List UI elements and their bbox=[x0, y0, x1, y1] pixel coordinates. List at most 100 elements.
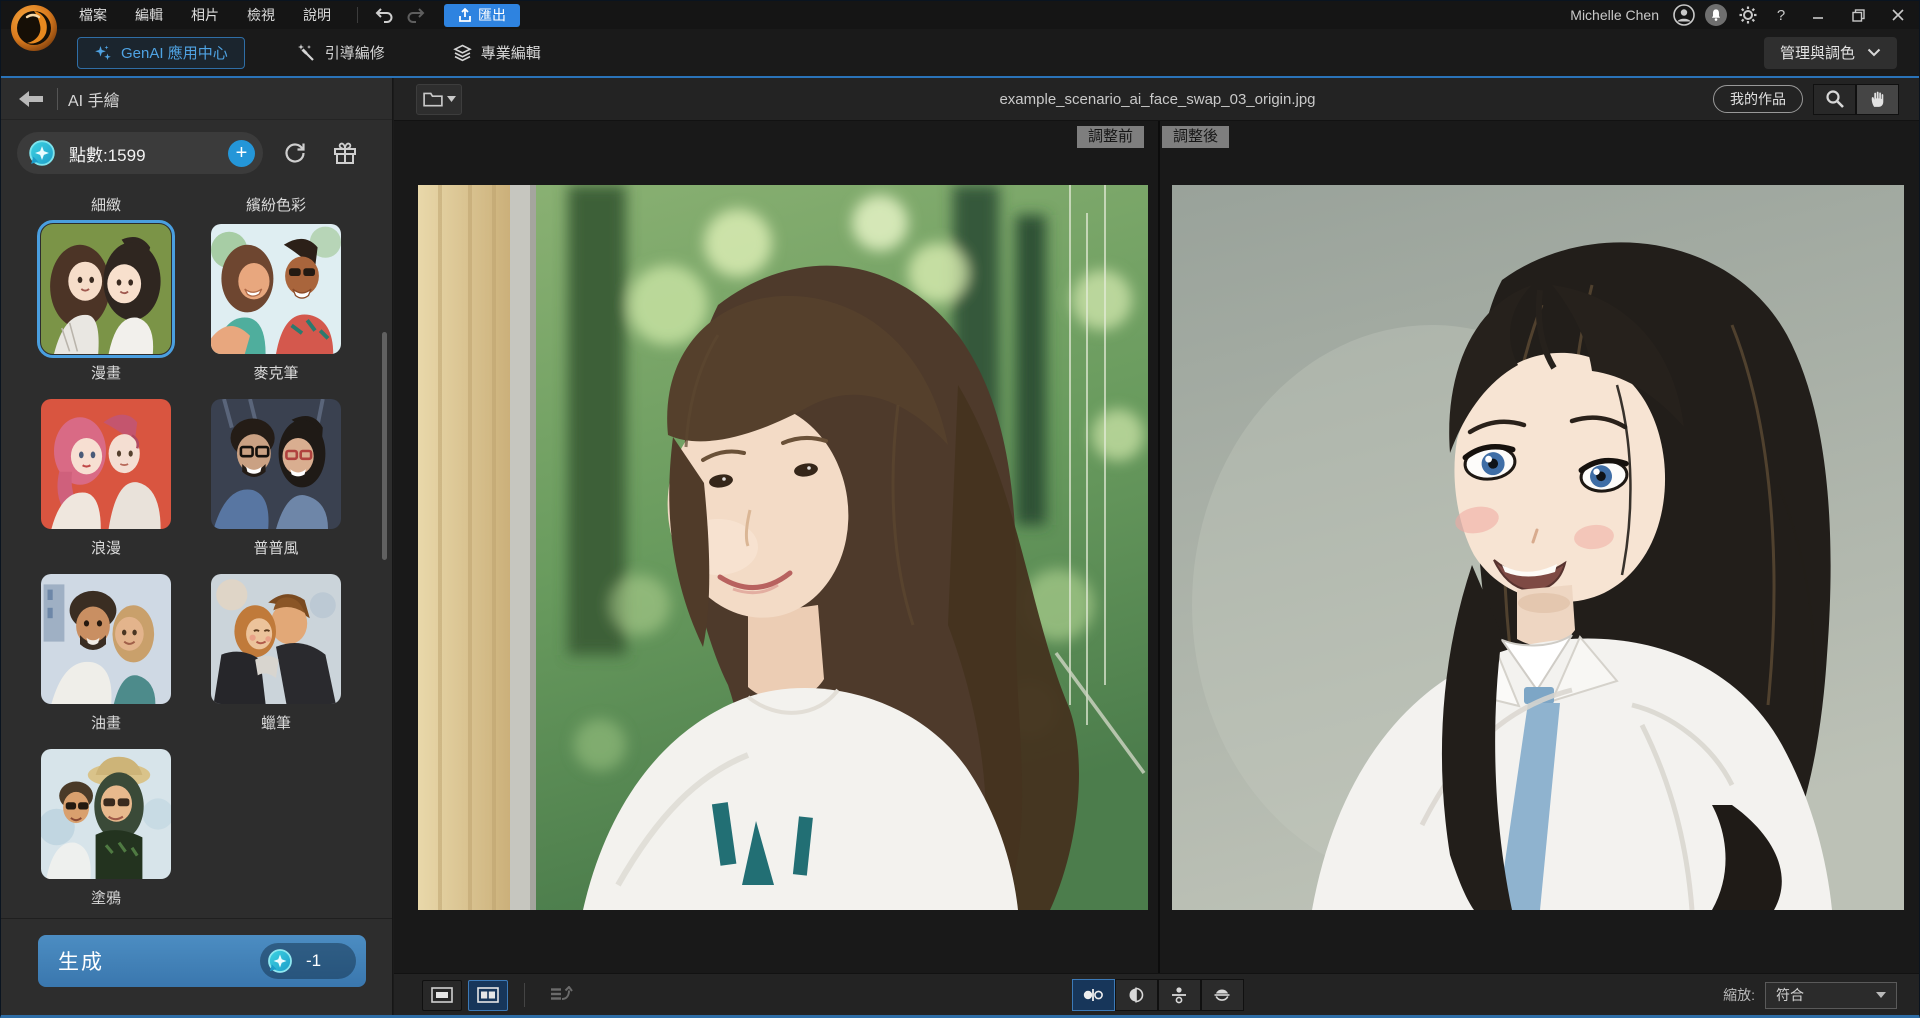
toolbar-divider bbox=[357, 7, 358, 23]
back-arrow-icon bbox=[19, 91, 43, 107]
footer-divider bbox=[524, 983, 525, 1007]
top-bottom-icon bbox=[1170, 986, 1188, 1004]
canvas-footer: 縮放: 符合 bbox=[394, 973, 1920, 1016]
magnifier-icon bbox=[1825, 89, 1845, 109]
style-item-marker[interactable]: 麥克筆 bbox=[211, 224, 341, 383]
compare-view: 調整前 調整後 bbox=[394, 121, 1920, 973]
add-points-button[interactable]: + bbox=[228, 140, 255, 167]
tab-guided-label: 引導編修 bbox=[325, 42, 385, 63]
compare-mode-group bbox=[1072, 979, 1244, 1011]
close-button[interactable] bbox=[1883, 3, 1913, 27]
style-label-fine[interactable]: 細緻 bbox=[41, 194, 171, 216]
gift-icon bbox=[332, 140, 358, 166]
back-button[interactable] bbox=[11, 84, 51, 114]
menu-edit[interactable]: 編輯 bbox=[121, 1, 177, 29]
header-divider bbox=[57, 88, 58, 110]
generate-label: 生成 bbox=[58, 946, 104, 976]
style-label-oil: 油畫 bbox=[41, 712, 171, 733]
split-view-icon bbox=[477, 987, 499, 1003]
style-item-manga[interactable]: 漫畫 bbox=[41, 224, 171, 383]
pane-divider[interactable] bbox=[1158, 121, 1160, 973]
caret-down-icon bbox=[1876, 992, 1886, 998]
credits-coin-icon bbox=[27, 138, 57, 168]
help-button[interactable]: ? bbox=[1769, 7, 1793, 24]
generate-cost: -1 bbox=[306, 951, 321, 971]
sparkles-icon bbox=[94, 44, 112, 62]
style-thumb-doodle bbox=[41, 749, 171, 879]
menu-help[interactable]: 說明 bbox=[289, 1, 345, 29]
menu-view[interactable]: 檢視 bbox=[233, 1, 289, 29]
user-name: Michelle Chen bbox=[1570, 7, 1659, 23]
my-works-label: 我的作品 bbox=[1730, 89, 1786, 109]
style-thumb-romantic bbox=[41, 399, 171, 529]
refresh-icon bbox=[282, 140, 308, 166]
account-avatar-icon[interactable] bbox=[1673, 4, 1695, 26]
title-bar: 檔案 編輯 相片 檢視 說明 匯出 Michelle Chen ? bbox=[1, 1, 1920, 29]
minimize-button[interactable] bbox=[1803, 3, 1833, 27]
style-item-doodle[interactable]: 塗鴉 bbox=[41, 749, 171, 908]
style-label-marker: 麥克筆 bbox=[211, 362, 341, 383]
compare-top-bottom-button[interactable] bbox=[1158, 979, 1201, 1011]
compare-view-button[interactable] bbox=[468, 980, 508, 1011]
after-image[interactable] bbox=[1172, 185, 1904, 910]
panel-title: AI 手繪 bbox=[68, 87, 120, 111]
single-view-button[interactable] bbox=[422, 980, 462, 1011]
generate-cost-pill: -1 bbox=[260, 943, 356, 979]
compare-side-by-side-button[interactable] bbox=[1072, 979, 1115, 1011]
layers-icon bbox=[453, 44, 472, 62]
style-label-vivid[interactable]: 繽紛色彩 bbox=[211, 194, 341, 216]
style-thumb-crayon bbox=[211, 574, 341, 704]
copy-adjustments-icon bbox=[549, 986, 573, 1004]
export-icon bbox=[458, 8, 472, 23]
panel-header: AI 手繪 bbox=[1, 78, 392, 120]
style-item-pop[interactable]: 普普風 bbox=[211, 399, 341, 558]
my-works-button[interactable]: 我的作品 bbox=[1713, 85, 1803, 113]
points-balance: 點數:1599 bbox=[69, 141, 146, 166]
notifications-bell-icon[interactable] bbox=[1705, 4, 1727, 26]
tab-genai-hub[interactable]: GenAI 應用中心 bbox=[77, 37, 245, 69]
copy-adjustments-button[interactable] bbox=[541, 980, 581, 1011]
split-tb-icon bbox=[1213, 986, 1231, 1004]
before-image[interactable] bbox=[418, 185, 1148, 910]
zoom-level-select[interactable]: 符合 bbox=[1765, 982, 1897, 1009]
generate-area: 生成 -1 bbox=[1, 918, 392, 1016]
rewards-gift-button[interactable] bbox=[327, 135, 363, 171]
restore-button[interactable] bbox=[1843, 3, 1873, 27]
wand-icon bbox=[297, 43, 316, 62]
tab-genai-label: GenAI 應用中心 bbox=[121, 42, 228, 63]
refresh-points-button[interactable] bbox=[277, 135, 313, 171]
points-pill: 點數:1599 + bbox=[17, 132, 263, 174]
compare-split-lr-button[interactable] bbox=[1115, 979, 1158, 1011]
menu-file[interactable]: 檔案 bbox=[65, 1, 121, 29]
active-filename: example_scenario_ai_face_swap_03_origin.… bbox=[394, 91, 1920, 108]
settings-gear-icon[interactable] bbox=[1737, 4, 1759, 26]
style-item-crayon[interactable]: 蠟筆 bbox=[211, 574, 341, 733]
tab-guided-edit[interactable]: 引導編修 bbox=[281, 37, 401, 69]
points-row: 點數:1599 + bbox=[1, 120, 392, 184]
manage-color-dropdown[interactable]: 管理與調色 bbox=[1764, 37, 1897, 69]
folder-icon bbox=[423, 91, 443, 107]
zoom-value: 符合 bbox=[1776, 985, 1804, 1005]
compare-split-tb-button[interactable] bbox=[1201, 979, 1244, 1011]
pan-tool-button[interactable] bbox=[1856, 84, 1899, 115]
generate-button[interactable]: 生成 -1 bbox=[38, 935, 366, 987]
style-item-oil[interactable]: 油畫 bbox=[41, 574, 171, 733]
app-logo-icon bbox=[9, 3, 59, 53]
menu-photo[interactable]: 相片 bbox=[177, 1, 233, 29]
export-button[interactable]: 匯出 bbox=[444, 4, 520, 27]
style-thumb-oil bbox=[41, 574, 171, 704]
split-lr-icon bbox=[1125, 987, 1147, 1003]
styles-scrollbar[interactable] bbox=[382, 332, 387, 560]
app-window: 檔案 編輯 相片 檢視 說明 匯出 Michelle Chen ? bbox=[0, 0, 1920, 1018]
chevron-down-icon bbox=[1867, 48, 1881, 57]
style-item-romantic[interactable]: 浪漫 bbox=[41, 399, 171, 558]
browse-folder-button[interactable] bbox=[416, 84, 462, 115]
style-label-crayon: 蠟筆 bbox=[211, 712, 341, 733]
hand-icon bbox=[1869, 90, 1887, 108]
before-tag[interactable]: 調整前 bbox=[1077, 126, 1144, 148]
undo-button[interactable] bbox=[370, 3, 400, 27]
tab-pro-edit[interactable]: 專業編輯 bbox=[437, 37, 557, 69]
after-tag[interactable]: 調整後 bbox=[1162, 126, 1229, 148]
redo-button[interactable] bbox=[400, 3, 430, 27]
zoom-tool-button[interactable] bbox=[1813, 84, 1856, 115]
